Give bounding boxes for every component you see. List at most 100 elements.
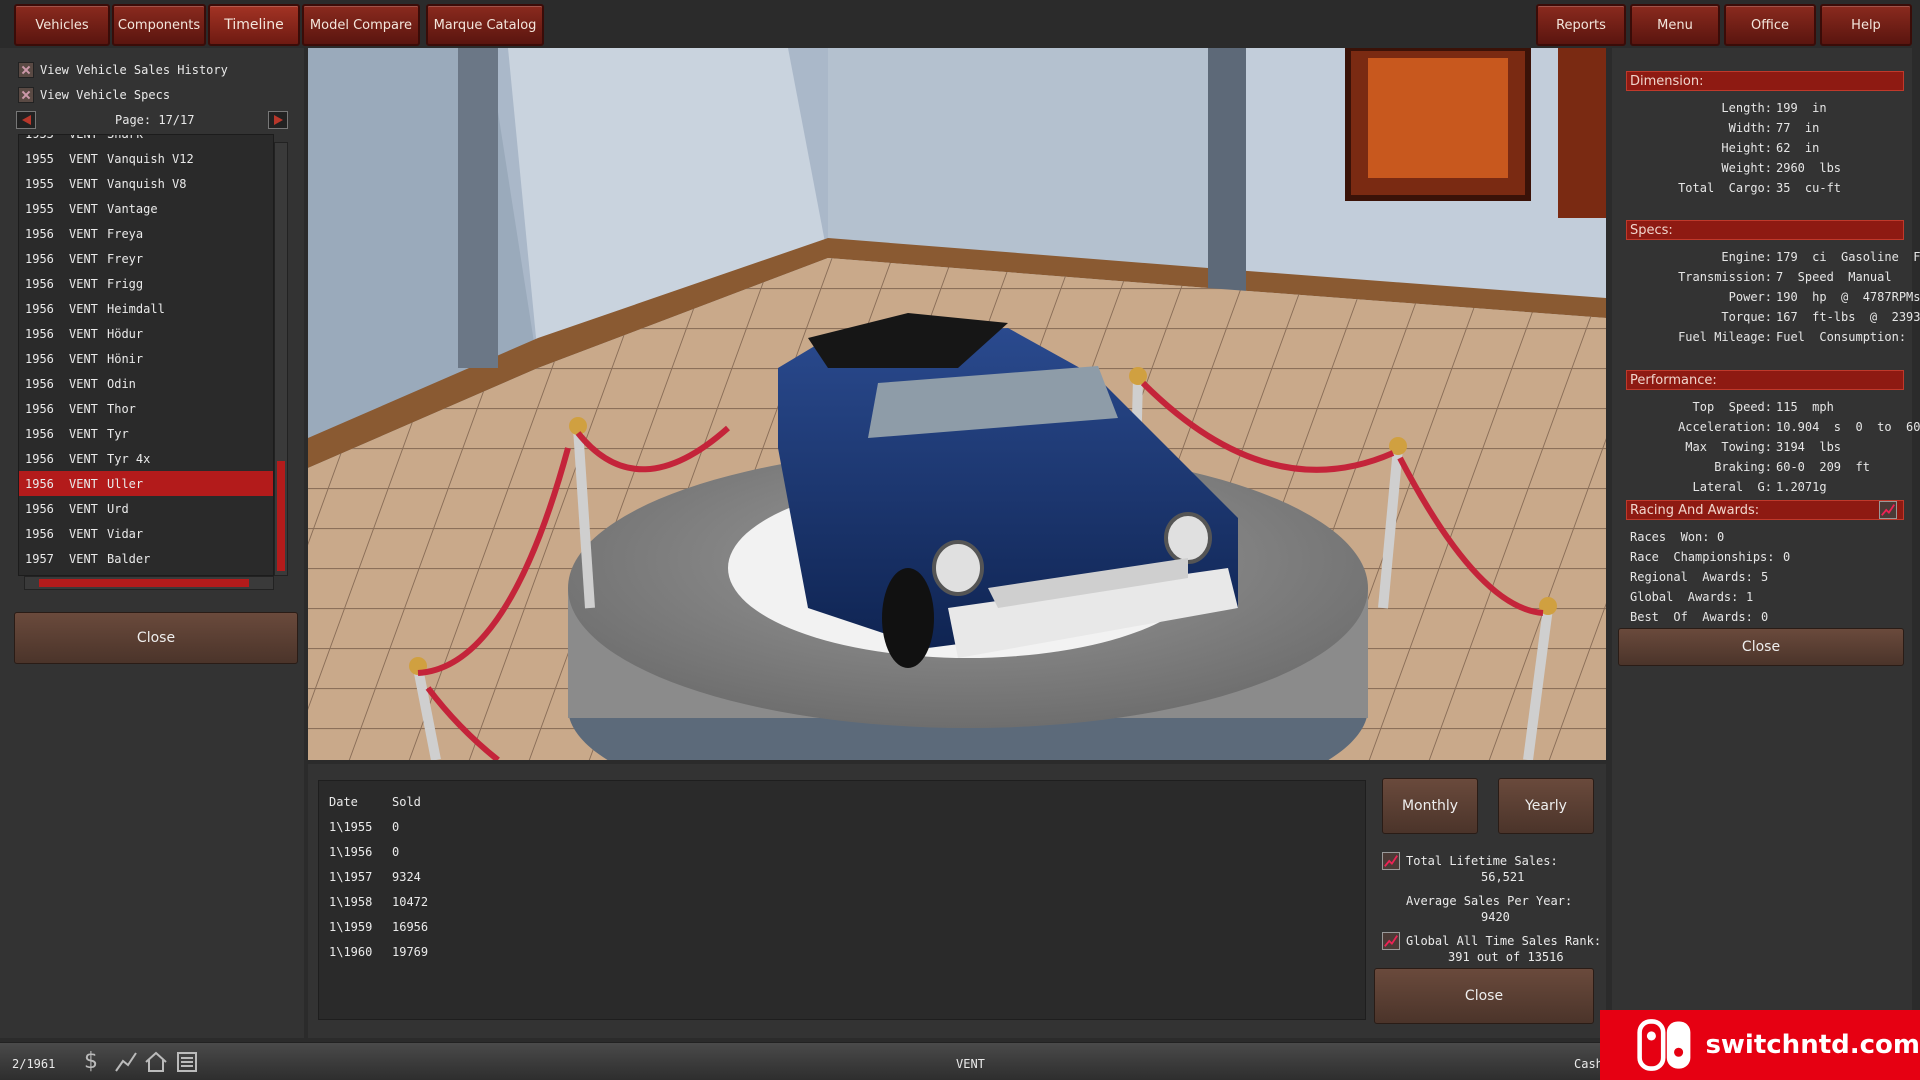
vehicle-year: 1956 (25, 526, 54, 541)
racing-graph-icon[interactable] (1879, 501, 1897, 519)
vehicle-model: Freyr (107, 251, 144, 266)
performance-label: Max Towing: (1685, 440, 1772, 454)
sales-date: 1\1960 (329, 945, 373, 959)
nav-reports-button[interactable]: Reports (1536, 4, 1626, 46)
vehicle-brand: VENT (69, 501, 98, 516)
vehicle-list-item[interactable]: 1955 VENT Vantage (19, 196, 273, 221)
vehicle-list-item[interactable]: 1956 VENT Hödur (19, 321, 273, 346)
racing-label: Best Of Awards: (1630, 610, 1753, 624)
sales-rank-value: 391 out of 13516 (1448, 950, 1564, 964)
vehicle-list-item[interactable]: 1955 VENT Vanquish V12 (19, 146, 273, 171)
sales-history-checkbox[interactable] (18, 62, 34, 78)
vehicle-brand: VENT (69, 151, 98, 166)
vehicle-model: Vanquish V12 (107, 151, 194, 166)
next-page-button[interactable] (268, 111, 288, 129)
watermark-text: switchntd.com (1705, 1030, 1920, 1060)
vehicle-year: 1956 (25, 276, 54, 291)
sales-date: 1\1956 (329, 845, 373, 859)
vertical-scroll-thumb[interactable] (277, 461, 285, 571)
nav-office-button[interactable]: Office (1724, 4, 1816, 46)
racing-label: Races Won: (1630, 530, 1710, 544)
dollar-icon[interactable]: $ (84, 1049, 98, 1074)
vehicle-model: Vanquish V8 (107, 176, 187, 191)
specs-label: Fuel Mileage: (1678, 330, 1772, 344)
vehicle-list-item[interactable]: 1956 VENT Freya (19, 221, 273, 246)
specs-value: 179 ci Gasoline Flat-6 (1776, 250, 1920, 264)
vehicle-list-item[interactable]: 1956 VENT Tyr 4x (19, 446, 273, 471)
vehicle-year: 1955 (25, 135, 54, 141)
sales-rank-graph-icon[interactable] (1382, 932, 1400, 950)
vehicle-list-item[interactable]: 1956 VENT Thor (19, 396, 273, 421)
vehicle-brand: VENT (69, 226, 98, 241)
performance-value: 115 mph (1776, 400, 1834, 414)
nav-model-compare-button[interactable]: Model Compare (302, 4, 420, 46)
dimension-value: 35 cu-ft (1776, 181, 1842, 195)
home-icon[interactable] (144, 1051, 168, 1073)
specs-label: Torque: (1721, 310, 1772, 324)
prev-page-button[interactable] (16, 111, 36, 129)
sales-close-button[interactable]: Close (1374, 968, 1594, 1024)
dimension-value: 62 in (1776, 141, 1820, 155)
vehicle-list-item[interactable]: 1957 VENT Balder (19, 546, 273, 571)
vehicle-model: Tyr 4x (107, 451, 151, 466)
vehicle-list-item[interactable]: 1956 VENT Urd (19, 496, 273, 521)
monthly-button[interactable]: Monthly (1382, 778, 1478, 834)
vehicle-list-item[interactable]: 1956 VENT Heimdall (19, 296, 273, 321)
nav-help-button[interactable]: Help (1820, 4, 1912, 46)
vehicle-brand: VENT (69, 426, 98, 441)
performance-value: 60-0 209 ft (1776, 460, 1870, 474)
vehicle-list-item[interactable]: 1956 VENT Tyr (19, 421, 273, 446)
horizontal-scroll-thumb[interactable] (39, 579, 249, 587)
vehicle-model: Freya (107, 226, 144, 241)
performance-value: 3194 lbs (1776, 440, 1842, 454)
switch-logo-icon (1637, 1019, 1691, 1071)
vehicle-list[interactable]: 1955 VENT Shark 1955 VENT Vanquish V12 1955 VEN… (18, 134, 274, 576)
chart-icon[interactable] (114, 1051, 138, 1073)
vehicle-list-horizontal-scrollbar[interactable] (24, 576, 274, 590)
sales-date: 1\1958 (329, 895, 373, 909)
vehicle-list-item[interactable]: 1955 VENT Shark (19, 135, 273, 146)
nav-components-button[interactable]: Components (112, 4, 206, 46)
nav-timeline-button[interactable]: Timeline (208, 4, 300, 46)
dimension-value: 77 in (1776, 121, 1820, 135)
showroom-3d-view[interactable] (308, 48, 1606, 760)
vehicle-specs-checkbox[interactable] (18, 87, 34, 103)
lifetime-sales-graph-icon[interactable] (1382, 852, 1400, 870)
nav-vehicles-button[interactable]: Vehicles (14, 4, 110, 46)
specs-value: 167 ft-lbs @ 2393RPMs (1776, 310, 1920, 324)
nav-marque-catalog-button[interactable]: Marque Catalog (426, 4, 544, 46)
vehicle-brand: VENT (69, 326, 98, 341)
racing-value: 0 (1717, 530, 1725, 544)
vehicle-list-item[interactable]: 1956 VENT Freyr (19, 246, 273, 271)
vehicle-list-item[interactable]: 1956 VENT Odin (19, 371, 273, 396)
specs-value: 7 Speed Manual (1776, 270, 1892, 284)
vehicle-brand: VENT (69, 401, 98, 416)
vehicle-model: Vidar (107, 526, 144, 541)
sales-table: Date Sold 1\1955 0 1\1956 0 1\1957 9324 1\1958… (318, 780, 1366, 1020)
vehicle-list-item[interactable]: 1956 VENT Hönir (19, 346, 273, 371)
vehicle-model: Urd (107, 501, 129, 516)
avg-sales-label: Average Sales Per Year: (1406, 894, 1573, 908)
sales-sold: 0 (392, 845, 400, 859)
sales-sold: 9324 (392, 870, 421, 884)
vehicle-list-item[interactable]: 1956 VENT Frigg (19, 271, 273, 296)
vehicle-year: 1956 (25, 476, 54, 491)
vehicle-list-item[interactable]: 1956 VENT Vidar (19, 521, 273, 546)
calculator-icon[interactable] (176, 1051, 198, 1073)
nav-menu-button[interactable]: Menu (1630, 4, 1720, 46)
dimension-label: Total Cargo: (1678, 181, 1772, 195)
page-indicator: Page: 17/17 (115, 113, 195, 127)
vehicle-model: Hödur (107, 326, 144, 341)
vehicle-brand: VENT (69, 176, 98, 191)
vehicle-list-item[interactable]: 1956 VENT Uller (19, 471, 273, 496)
racing-awards-header-label: Racing And Awards: (1630, 502, 1760, 518)
vehicle-list-vertical-scrollbar[interactable] (274, 142, 288, 576)
vehicle-list-item[interactable]: 1955 VENT Vanquish V8 (19, 171, 273, 196)
vehicle-brand: VENT (69, 276, 98, 291)
yearly-button[interactable]: Yearly (1498, 778, 1594, 834)
specs-close-button[interactable]: Close (1618, 628, 1904, 666)
dimension-label: Weight: (1721, 161, 1772, 175)
vehicle-brand: VENT (69, 351, 98, 366)
cash-label: Cash (1574, 1057, 1603, 1071)
vehicle-list-close-button[interactable]: Close (14, 612, 298, 664)
